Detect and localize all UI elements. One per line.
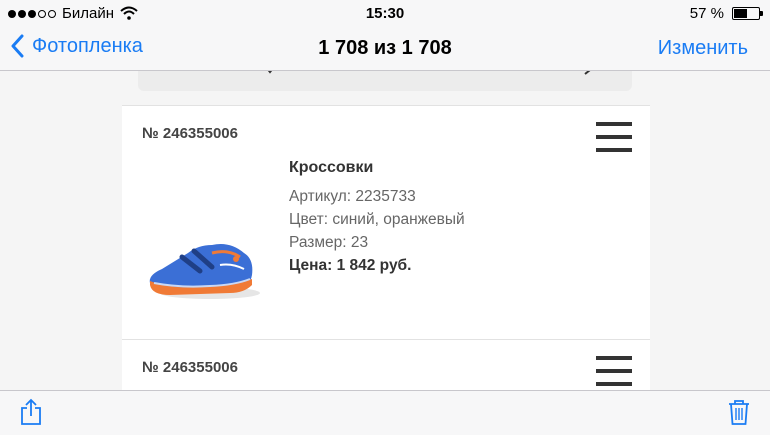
previous-card-bottom — [138, 71, 632, 91]
chevron-right-icon — [584, 71, 591, 75]
product-price: Цена: 1 842 руб. — [289, 257, 412, 274]
battery-percentage: 57 % — [689, 5, 724, 22]
share-icon[interactable] — [19, 398, 43, 426]
product-details: Кроссовки Артикул: 2235733 Цвет: синий, … — [289, 159, 465, 280]
product-article: Артикул: 2235733 — [289, 188, 416, 205]
navigation-bar: Фотопленка 1 708 из 1 708 Изменить — [0, 28, 770, 71]
product-color: Цвет: синий, оранжевый — [289, 211, 465, 228]
product-title: Кроссовки — [289, 159, 374, 176]
hamburger-menu-icon[interactable] — [596, 356, 632, 390]
chevron-down-icon — [267, 71, 273, 74]
photo-content: № 246355006 Кроссовки Артикул: 2235733 Ц… — [0, 71, 770, 390]
order-list: № 246355006 Кроссовки Артикул: 2235733 Ц… — [122, 105, 650, 390]
status-bar: Билайн 15:30 57 % — [0, 0, 770, 28]
order-number: № 246355006 — [142, 125, 238, 142]
back-button-label: Фотопленка — [32, 34, 143, 57]
hamburger-menu-icon[interactable] — [596, 122, 632, 156]
back-button[interactable]: Фотопленка — [10, 34, 143, 58]
edit-button[interactable]: Изменить — [658, 37, 748, 60]
bottom-toolbar — [0, 390, 770, 435]
battery-fill — [734, 9, 747, 18]
sneaker-product-image — [149, 244, 260, 299]
divider — [122, 339, 650, 340]
battery-icon — [732, 7, 763, 20]
status-right: 57 % — [689, 5, 763, 22]
product-size: Размер: 23 — [289, 234, 369, 251]
order-number: № 246355006 — [142, 359, 238, 376]
chevron-left-icon — [11, 34, 24, 58]
divider — [122, 105, 650, 106]
status-time: 15:30 — [365, 5, 405, 22]
trash-icon[interactable] — [728, 398, 750, 426]
